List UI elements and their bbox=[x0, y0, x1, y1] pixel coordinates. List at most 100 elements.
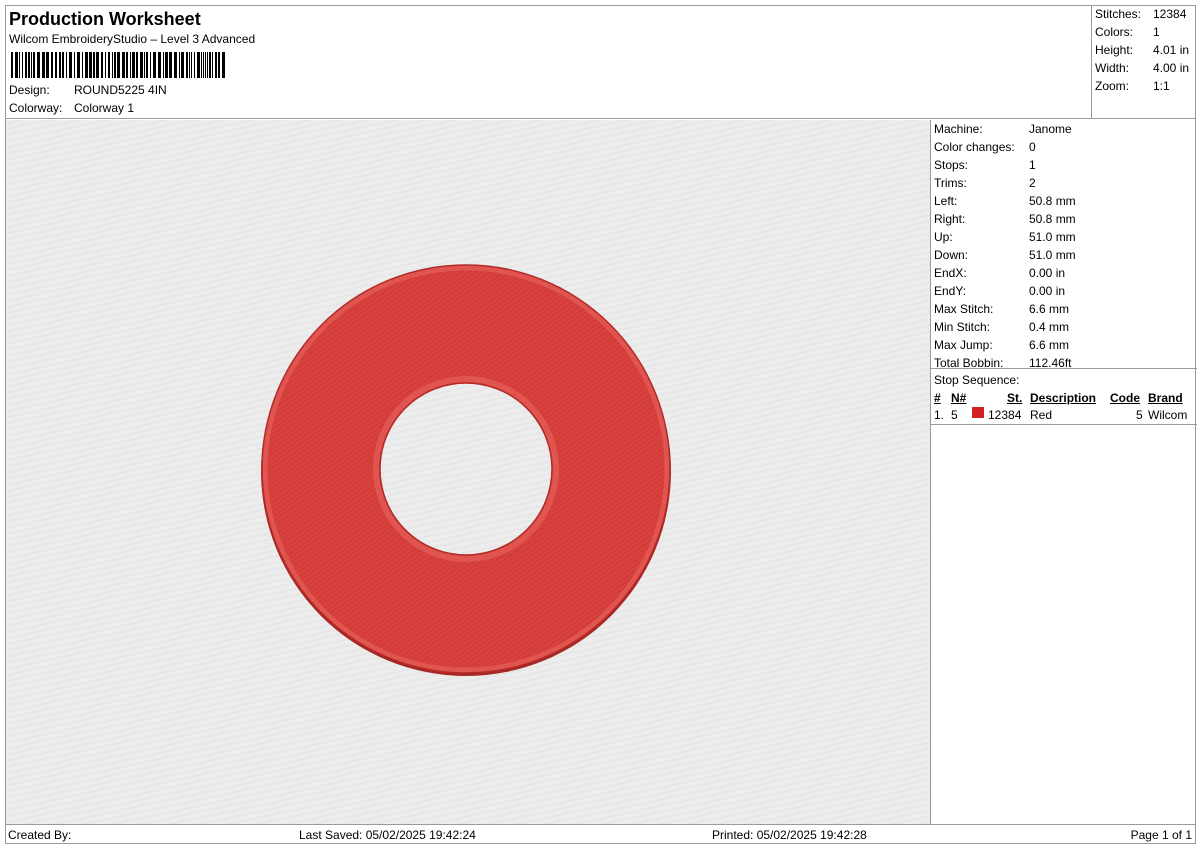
barcode-bar bbox=[126, 52, 128, 78]
barcode-bar bbox=[158, 52, 161, 78]
barcode-bar bbox=[146, 52, 148, 78]
detail-row: Trims: 2 bbox=[934, 176, 1036, 190]
barcode-bar bbox=[197, 52, 200, 78]
barcode-bar bbox=[136, 52, 138, 78]
detail-row: Up: 51.0 mm bbox=[934, 230, 1076, 244]
barcode-bar bbox=[62, 52, 64, 78]
barcode-bar bbox=[163, 52, 164, 78]
red-ring-design bbox=[261, 264, 671, 676]
barcode-bar bbox=[11, 52, 13, 78]
machine-info-panel: Stop Sequence: # N# St. Description Code… bbox=[930, 120, 1197, 824]
detail-value: 51.0 mm bbox=[1029, 230, 1076, 244]
detail-row: Right: 50.8 mm bbox=[934, 212, 1076, 226]
barcode-bar bbox=[150, 52, 151, 78]
detail-label: Right: bbox=[934, 212, 966, 226]
barcode-bar bbox=[93, 52, 95, 78]
page-number: Page 1 of 1 bbox=[1130, 828, 1192, 842]
color-swatch bbox=[972, 407, 984, 418]
divider bbox=[931, 424, 1197, 425]
stat-stitches: Stitches: 12384 bbox=[1095, 7, 1187, 21]
row-code: 5 bbox=[1136, 408, 1143, 422]
barcode-bar bbox=[85, 52, 88, 78]
worksheet-header: Production Worksheet Wilcom EmbroiderySt… bbox=[5, 5, 1196, 119]
detail-label: Min Stitch: bbox=[934, 320, 991, 334]
barcode-bar bbox=[74, 52, 75, 78]
row-num: 1. bbox=[934, 408, 945, 422]
printed-date: Printed: 05/02/2025 19:42:28 bbox=[712, 828, 867, 842]
barcode-bar bbox=[144, 52, 145, 78]
row-brand: Wilcom bbox=[1148, 408, 1188, 422]
summary-stats: Stitches: 12384 Colors: 1 Height: 4.01 in W… bbox=[1091, 5, 1196, 119]
detail-value: 50.8 mm bbox=[1029, 194, 1076, 208]
barcode-bar bbox=[59, 52, 61, 78]
detail-row: Max Jump: 6.6 mm bbox=[934, 338, 1069, 352]
barcode-bar bbox=[165, 52, 168, 78]
barcode-bar bbox=[105, 52, 106, 78]
detail-row: Color changes: 0 bbox=[934, 140, 1036, 154]
barcode-bar bbox=[89, 52, 92, 78]
barcode-bar bbox=[42, 52, 45, 78]
barcode-bar bbox=[77, 52, 80, 78]
barcode-bar bbox=[209, 52, 211, 78]
barcode-bar bbox=[112, 52, 113, 78]
barcode-bar bbox=[201, 52, 202, 78]
barcode-bar bbox=[215, 52, 217, 78]
barcode-bar bbox=[212, 52, 213, 78]
design-preview-canvas bbox=[6, 120, 930, 824]
detail-label: EndX: bbox=[934, 266, 967, 280]
stop-sequence-title: Stop Sequence: bbox=[934, 373, 1020, 387]
detail-value: 0.00 in bbox=[1029, 266, 1066, 280]
detail-label: Max Stitch: bbox=[934, 302, 994, 316]
col-header-stitches: St. bbox=[1007, 391, 1023, 405]
detail-row: Machine: Janome bbox=[934, 122, 1072, 136]
software-name: Wilcom EmbroideryStudio – Level 3 Advanc… bbox=[9, 32, 256, 46]
detail-row: Max Stitch: 6.6 mm bbox=[934, 302, 1069, 316]
barcode-bar bbox=[189, 52, 190, 78]
detail-label: Stops: bbox=[934, 158, 969, 172]
barcode-bar bbox=[33, 52, 35, 78]
barcode bbox=[11, 52, 225, 78]
detail-label: Trims: bbox=[934, 176, 967, 190]
barcode-bar bbox=[69, 52, 72, 78]
barcode-bar bbox=[96, 52, 99, 78]
col-header-description: Description bbox=[1030, 391, 1097, 405]
detail-label: Up: bbox=[934, 230, 953, 244]
detail-value: 6.6 mm bbox=[1029, 302, 1070, 316]
detail-row: EndX: 0.00 in bbox=[934, 266, 1065, 280]
barcode-bar bbox=[114, 52, 116, 78]
page-title: Production Worksheet bbox=[9, 9, 201, 29]
detail-label: Down: bbox=[934, 248, 969, 262]
detail-value: 0 bbox=[1029, 140, 1036, 154]
barcode-bar bbox=[25, 52, 27, 78]
colorway-label: Colorway: bbox=[9, 101, 63, 115]
worksheet-footer: Created By: Last Saved: 05/02/2025 19:42… bbox=[5, 824, 1196, 844]
barcode-bar bbox=[186, 52, 188, 78]
barcode-bar bbox=[194, 52, 195, 78]
detail-label: Total Bobbin: bbox=[934, 356, 1004, 370]
barcode-bar bbox=[122, 52, 125, 78]
detail-value: 1 bbox=[1029, 158, 1036, 172]
detail-value: Janome bbox=[1029, 122, 1072, 136]
stat-width: Width: 4.00 in bbox=[1095, 61, 1190, 75]
barcode-bar bbox=[218, 52, 220, 78]
detail-label: Color changes: bbox=[934, 140, 1015, 154]
detail-row: Min Stitch: 0.4 mm bbox=[934, 320, 1069, 334]
detail-value: 0.4 mm bbox=[1029, 320, 1070, 334]
barcode-bar bbox=[191, 52, 192, 78]
colorway-value: Colorway 1 bbox=[74, 101, 135, 115]
last-saved: Last Saved: 05/02/2025 19:42:24 bbox=[299, 828, 476, 842]
barcode-bar bbox=[130, 52, 131, 78]
detail-value: 0.00 in bbox=[1029, 284, 1066, 298]
design-value: ROUND5225 4IN bbox=[74, 83, 167, 97]
barcode-bar bbox=[101, 52, 103, 78]
barcode-bar bbox=[117, 52, 120, 78]
barcode-bar bbox=[140, 52, 143, 78]
design-row: Design: ROUND5225 4IN bbox=[9, 83, 167, 97]
barcode-bar bbox=[222, 52, 225, 78]
barcode-bar bbox=[174, 52, 177, 78]
barcode-bar bbox=[205, 52, 206, 78]
barcode-bar bbox=[132, 52, 135, 78]
barcode-bar bbox=[51, 52, 53, 78]
barcode-bar bbox=[169, 52, 172, 78]
detail-label: Max Jump: bbox=[934, 338, 993, 352]
